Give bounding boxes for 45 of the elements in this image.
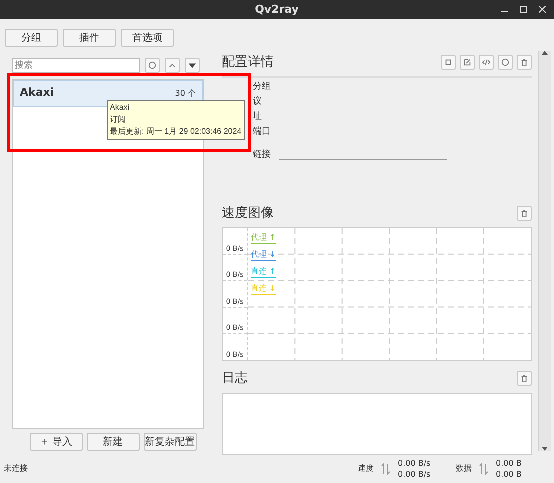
section-heading: 速度图像 bbox=[222, 204, 274, 222]
code-icon[interactable] bbox=[479, 55, 494, 70]
trash-icon[interactable] bbox=[517, 371, 532, 386]
legend-entry: 直连 ↑ bbox=[251, 266, 276, 278]
field-label: 链接 bbox=[253, 148, 272, 162]
maximize-icon[interactable] bbox=[520, 6, 527, 13]
toolbar-button[interactable]: 首选项 bbox=[121, 29, 174, 47]
group-count: 30 个 bbox=[175, 88, 196, 100]
close-icon[interactable] bbox=[539, 6, 546, 13]
legend-entry: 代理 ↓ bbox=[251, 249, 276, 261]
clear-icon[interactable] bbox=[145, 58, 160, 73]
square-icon[interactable] bbox=[441, 55, 456, 70]
tooltip-line: 订阅 bbox=[110, 114, 127, 126]
legend-entry: 直连 ↓ bbox=[251, 283, 276, 295]
dropdown-icon[interactable] bbox=[185, 58, 200, 73]
window-title: Qv2ray bbox=[255, 2, 299, 18]
toolbar-button[interactable]: ＋ 导入 bbox=[30, 433, 82, 451]
speed-label: 速度 bbox=[358, 463, 374, 475]
field-label: 址 bbox=[253, 110, 263, 124]
upload-speed: 0.00 B/s bbox=[398, 458, 432, 469]
scroll-up-icon[interactable] bbox=[542, 51, 548, 55]
transfer-icon bbox=[380, 463, 392, 475]
tooltip-line: 最后更新: 周一 1月 29 02:03:46 2024 bbox=[110, 126, 242, 138]
search-field[interactable]: 搜索 bbox=[12, 58, 140, 73]
section-heading: 配置详情 bbox=[222, 54, 274, 72]
legend-entry: 代理 ↑ bbox=[251, 232, 276, 244]
connection-status: 未连接 bbox=[4, 463, 28, 475]
toolbar-button[interactable]: 新建 bbox=[86, 433, 140, 451]
edit-icon[interactable] bbox=[460, 55, 475, 70]
toolbar-button[interactable]: 新复杂配置 bbox=[144, 433, 196, 451]
section-heading: 日志 bbox=[222, 370, 248, 388]
trash-icon[interactable] bbox=[517, 206, 532, 221]
field-label: 议 bbox=[253, 96, 263, 108]
toolbar-button[interactable]: 插件 bbox=[63, 29, 116, 47]
trash-icon[interactable] bbox=[517, 55, 532, 70]
scroll-down-icon[interactable] bbox=[542, 447, 548, 451]
field-label: 端口 bbox=[253, 126, 272, 138]
field-label: 分组 bbox=[253, 80, 272, 94]
data-label: 数据 bbox=[456, 463, 472, 475]
transfer-icon bbox=[478, 463, 490, 475]
group-name: Akaxi bbox=[20, 85, 54, 102]
toolbar-button[interactable]: 分组 bbox=[5, 29, 58, 47]
downloaded-data: 0.00 B bbox=[496, 469, 523, 480]
download-speed: 0.00 B/s bbox=[398, 469, 432, 480]
uploaded-data: 0.00 B bbox=[496, 458, 523, 469]
